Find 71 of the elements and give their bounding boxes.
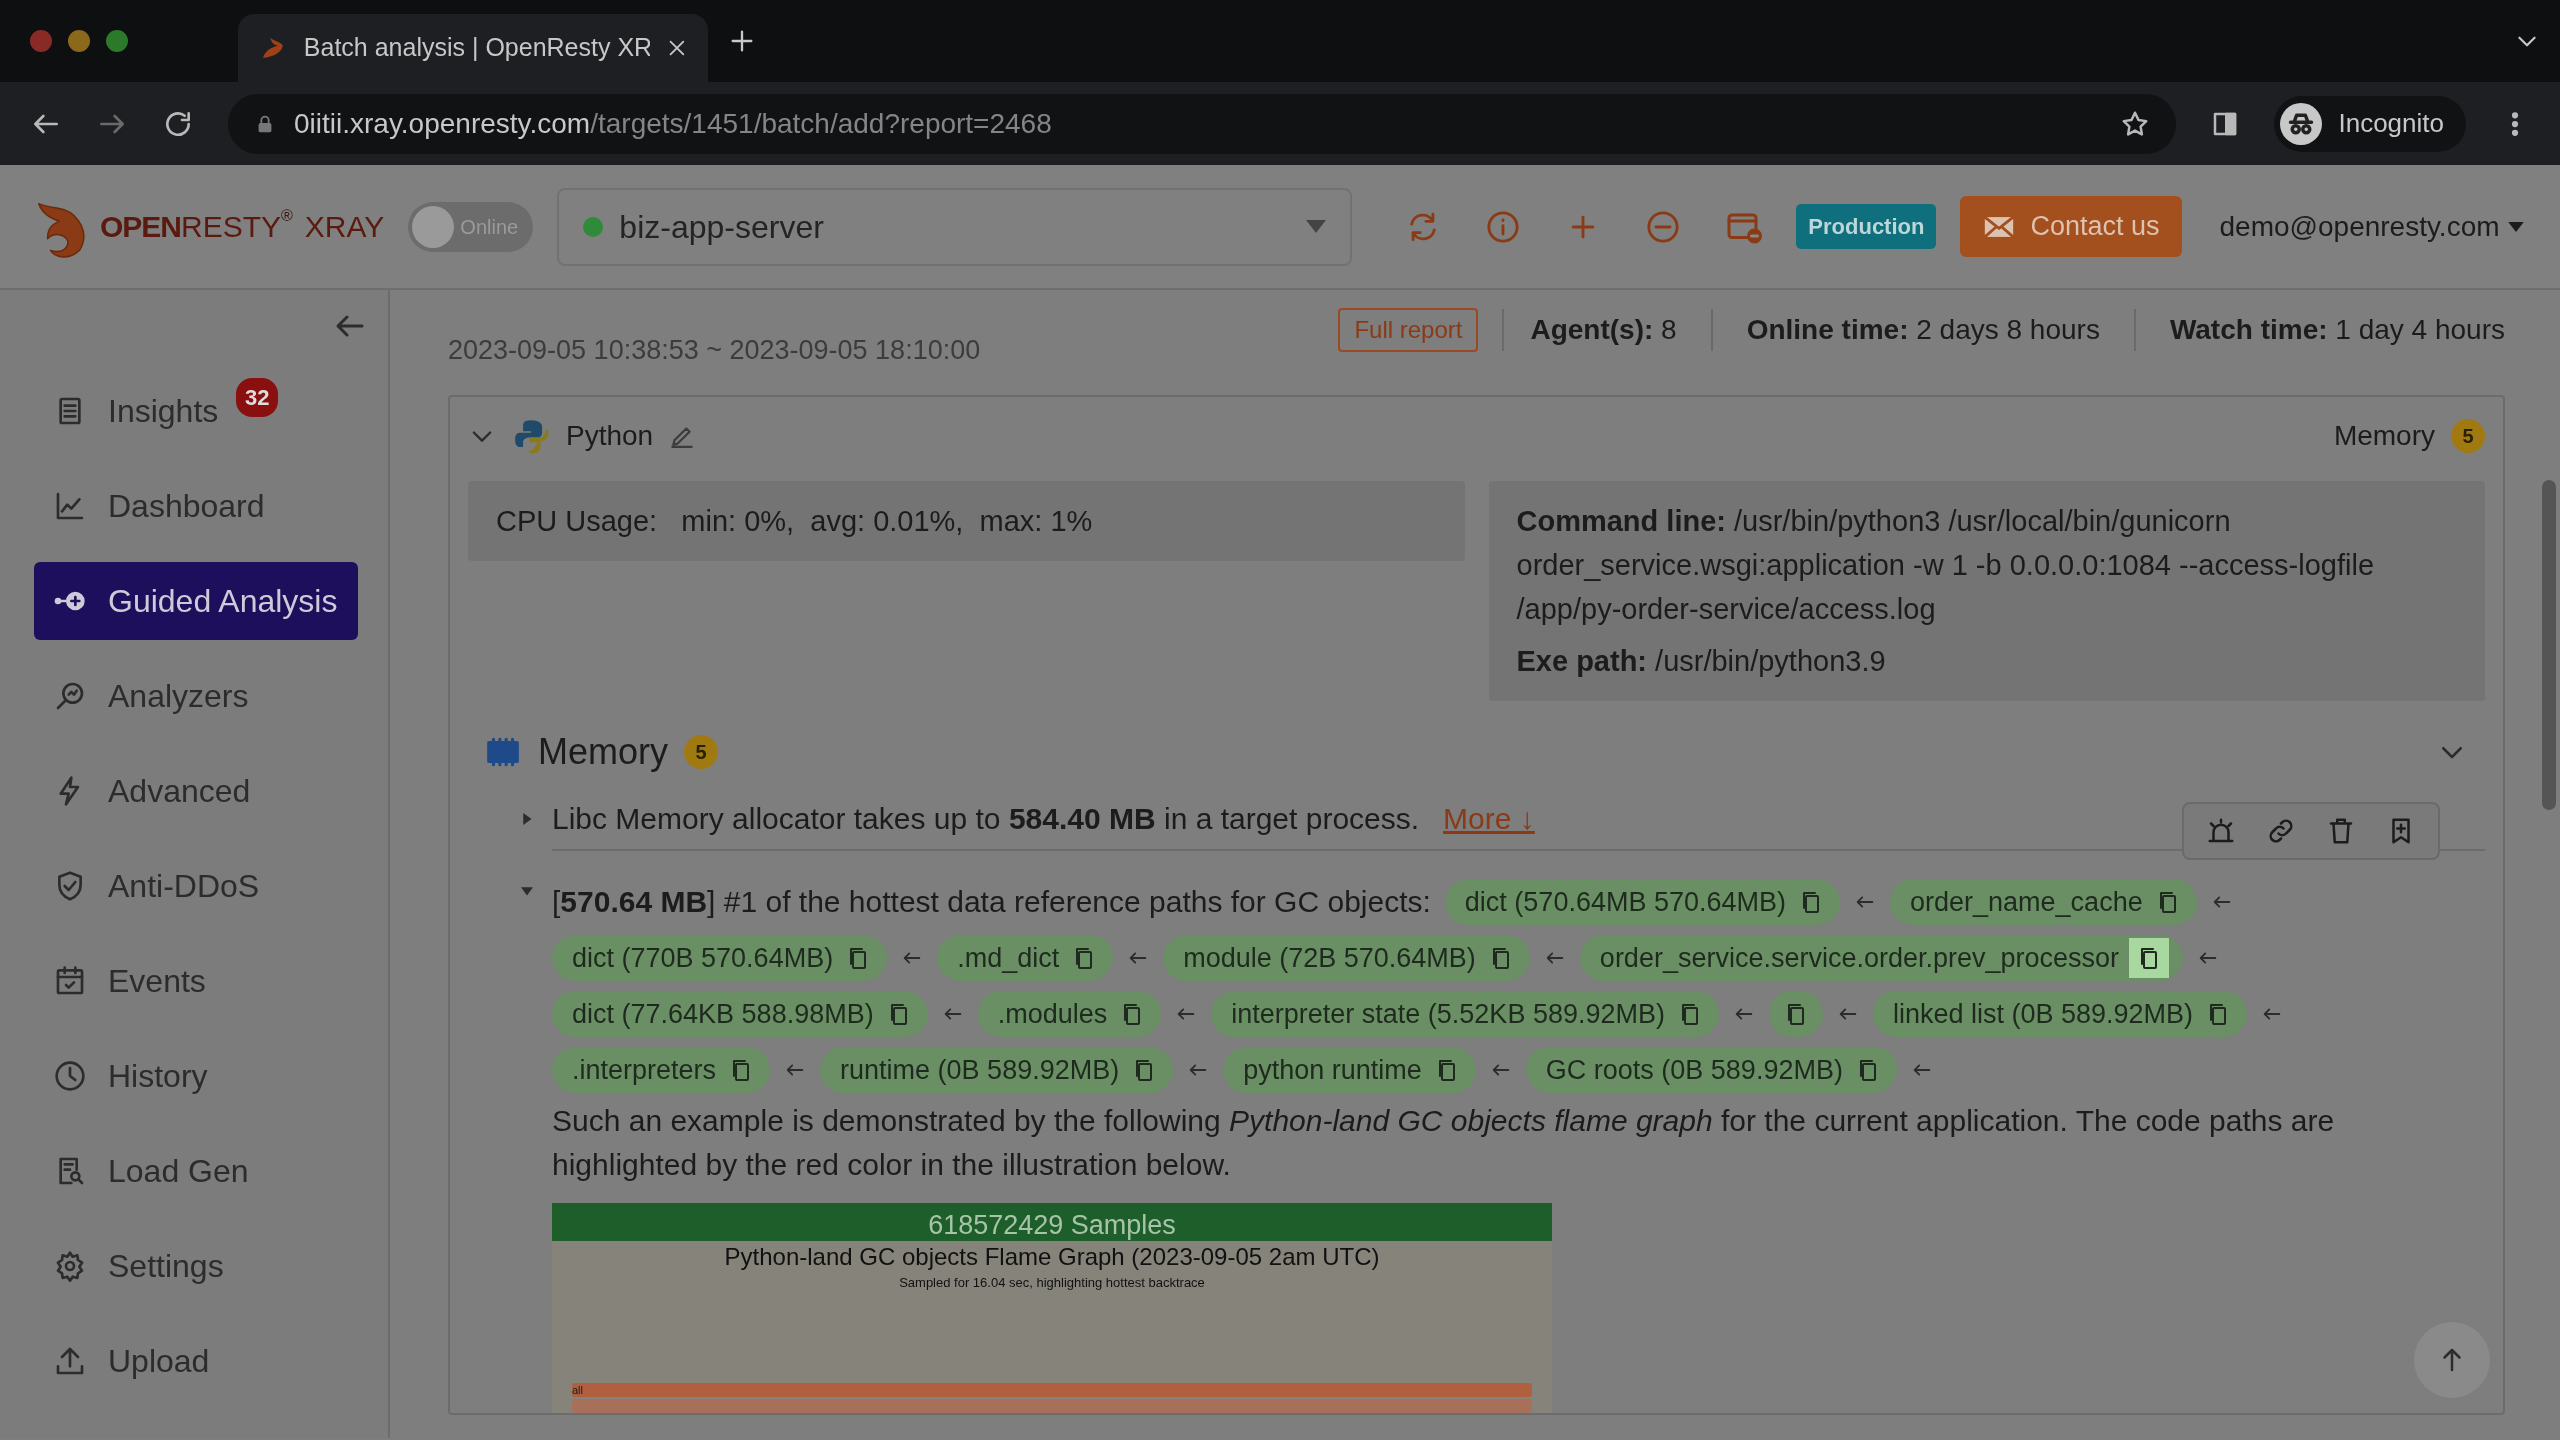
time-range: 2023-09-05 10:38:53 ~ 2023-09-05 18:10:00 — [448, 334, 981, 367]
settings-icon — [54, 1250, 86, 1282]
count-badge: 5 — [2451, 418, 2485, 453]
path-chip: linked list (0B 589.92MB) — [1872, 990, 2248, 1037]
cpu-usage-text: CPU Usage: min: 0%, avg: 0.01%, max: 1% — [496, 504, 1093, 537]
environment-badge: Production — [1796, 204, 1937, 249]
path-chip: module (72B 570.64MB) — [1163, 934, 1530, 981]
samples-header: 618572429 Samples — [552, 1202, 1552, 1241]
events-icon — [54, 965, 86, 997]
window-control[interactable] — [30, 30, 52, 52]
path-chip: .md_dict — [937, 934, 1114, 981]
browser-tab[interactable]: Batch analysis | OpenResty XR — [238, 14, 708, 82]
url-text: 0iitii.xray.openresty.com/targets/1451/batch/add?report=2468 — [294, 106, 1053, 141]
server-select[interactable]: biz-app-server — [557, 187, 1353, 266]
path-chip: .modules — [977, 990, 1162, 1037]
profile-button[interactable]: Incognito — [2274, 95, 2466, 152]
sidebar-item[interactable]: Insights 32 — [34, 372, 358, 450]
address-bar[interactable]: 0iitii.xray.openresty.com/targets/1451/batch/add?report=2468 — [228, 93, 2177, 154]
dashboard-icon — [54, 490, 86, 522]
insight-text: [570.64 MB] #1 of the hottest data reference paths for GC objects: — [552, 883, 1431, 920]
path-chip: interpreter state (5.52KB 589.92MB) — [1211, 990, 1719, 1037]
analyzers-icon — [54, 680, 86, 712]
history-icon — [54, 1060, 86, 1092]
sidebar-item[interactable]: Advanced — [34, 752, 358, 830]
flame-bar: all — [572, 1382, 1532, 1397]
sidebar-item[interactable]: Anti-DDoS — [34, 847, 358, 925]
path-chip: GC roots (0B 589.92MB) — [1525, 1046, 1897, 1093]
path-chip: dict (570.64MB 570.64MB) — [1444, 878, 1840, 925]
sidebar-item[interactable]: Guided Analysis — [34, 562, 358, 640]
full-report-button[interactable]: Full report — [1338, 308, 1479, 352]
flame-graph-title: Python-land GC objects Flame Graph (2023-09-05 2am UTC) — [723, 1241, 1381, 1272]
user-menu[interactable]: demo@openresty.com — [2219, 205, 2524, 248]
section-title: Memory — [538, 729, 668, 774]
sidebar-item[interactable]: History — [34, 1037, 358, 1115]
logo-text: OPENRESTY® XRAY — [100, 206, 385, 245]
sidebar-item[interactable]: Load Gen — [34, 1132, 358, 1210]
path-chip: dict (77.64KB 588.98MB) — [552, 990, 928, 1037]
sidebar-item[interactable]: Dashboard — [34, 467, 358, 545]
path-chip: .interpreters — [552, 1046, 771, 1093]
path-chip: order_service.service.order.prev_processor — [1579, 934, 2184, 981]
path-chip: dict (770B 570.64MB) — [552, 934, 888, 981]
contact-button[interactable]: Contact us — [1960, 196, 2182, 257]
path-chip: order_name_cache — [1890, 878, 2197, 925]
caret-icon — [1306, 220, 1327, 233]
incognito-icon — [2280, 102, 2323, 145]
stat-text: Watch time: 1 day 4 hours — [2133, 309, 2505, 351]
stat-text: Agent(s): 8 — [1502, 309, 1711, 351]
stat-text: Online time: 2 days 8 hours — [1710, 309, 2134, 351]
window-control[interactable] — [106, 30, 128, 52]
count-badge: 32 — [236, 378, 279, 417]
upload-icon — [54, 1345, 86, 1377]
sidebar-item[interactable]: Analyzers — [34, 657, 358, 735]
command-line-text: Command line: /usr/bin/python3 /usr/local/bin/gunicorn order_service.wsgi:application -w 1 -b 0.0.0.0:1084 --access-logfile /app/py-order-service/access.log — [1516, 503, 2376, 627]
summary-label: Memory — [2333, 418, 2435, 453]
scrollbar-thumb[interactable] — [2542, 480, 2556, 810]
window-control[interactable] — [68, 30, 90, 52]
description-text: Such an example is demonstrated by the following Python-land GC objects flame graph for the current application. The code paths are highlighted by the red color in the illustration below. — [552, 1102, 2336, 1183]
flame-graph-subtitle: Sampled for 16.04 sec, highlighting hottest backtrace — [898, 1273, 1206, 1292]
caret-icon — [2507, 221, 2524, 232]
tab-title: Batch analysis | OpenResty XR — [303, 32, 651, 64]
sidebar-item[interactable]: Settings — [34, 1227, 358, 1305]
insight-text: Libc Memory allocator takes up to 584.40 MB in a target process. — [552, 800, 1420, 837]
path-chip: python runtime — [1223, 1046, 1476, 1093]
copy-button[interactable] — [2129, 937, 2170, 978]
more-link[interactable]: More ↓ — [1443, 796, 1535, 841]
sidebar-item[interactable]: Events — [34, 942, 358, 1020]
sidebar-item[interactable]: Upload — [34, 1322, 358, 1400]
process-name: Python — [566, 418, 654, 453]
path-chip: runtime (0B 589.92MB) — [820, 1046, 1174, 1093]
count-badge: 5 — [684, 734, 718, 769]
exe-path-text: Exe path: /usr/bin/python3.9 — [1516, 643, 1887, 679]
